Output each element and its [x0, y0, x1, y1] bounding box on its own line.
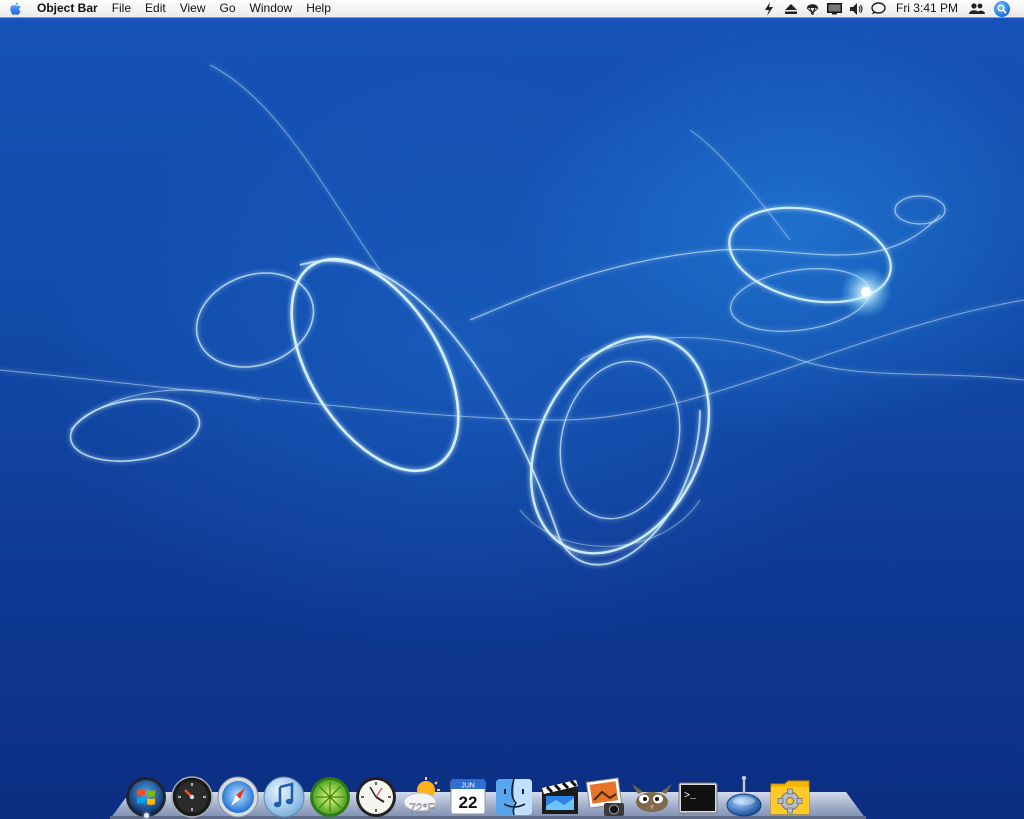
dock-item-system-preferences[interactable] [768, 774, 812, 818]
menu-edit[interactable]: Edit [138, 0, 173, 17]
dock-item-network[interactable] [722, 774, 766, 818]
volume-icon[interactable] [846, 0, 868, 17]
gimp-wilber-icon [632, 784, 672, 812]
dock-item-weather[interactable]: 72°F [400, 774, 444, 818]
chat-icon[interactable] [868, 0, 890, 17]
dock: 72°F JUN 22 >_ [124, 770, 812, 818]
clapperboard-icon [542, 779, 578, 814]
apple-logo-icon [9, 2, 21, 15]
weather-temperature: 72°F [409, 801, 434, 815]
menu-go[interactable]: Go [213, 0, 243, 17]
dock-item-windows-start[interactable] [124, 774, 168, 818]
script-icon[interactable] [758, 0, 780, 17]
limewire-icon [310, 777, 350, 817]
dock-item-gimp[interactable] [630, 774, 674, 818]
itunes-note-icon [263, 776, 305, 818]
wallpaper-light-swirls [0, 64, 1024, 566]
dock-item-finder[interactable] [492, 774, 536, 818]
clock-icon [356, 777, 396, 817]
dock-running-indicator [144, 813, 149, 818]
apple-menu-button[interactable] [0, 0, 30, 17]
network-globe-icon [726, 775, 762, 817]
photo-camera-icon [585, 777, 624, 816]
display-icon[interactable] [824, 0, 846, 17]
parachute-icon[interactable] [802, 0, 824, 17]
eject-icon[interactable] [780, 0, 802, 17]
dock-item-limewire[interactable] [308, 774, 352, 818]
finder-face-icon [496, 778, 532, 816]
calendar-day: 22 [459, 793, 478, 812]
safari-compass-icon [217, 776, 259, 818]
dock-item-itunes[interactable] [262, 774, 306, 818]
menu-file[interactable]: File [105, 0, 138, 17]
terminal-prompt: >_ [684, 791, 697, 802]
gear-folder-icon [770, 780, 810, 815]
dock-item-terminal[interactable]: >_ [676, 774, 720, 818]
dashboard-gauge-icon [171, 776, 213, 818]
menu-clock[interactable]: Fri 3:41 PM [890, 0, 966, 17]
calendar-icon: JUN 22 [450, 779, 486, 815]
dock-item-iphoto[interactable] [584, 774, 628, 818]
menu-help[interactable]: Help [299, 0, 338, 17]
dock-item-dashboard[interactable] [170, 774, 214, 818]
dock-item-clock[interactable] [354, 774, 398, 818]
menu-window[interactable]: Window [243, 0, 300, 17]
menu-bar: Object Bar File Edit View Go Window Help… [0, 0, 1024, 18]
weather-icon: 72°F [403, 777, 440, 815]
menu-view[interactable]: View [173, 0, 213, 17]
calendar-month: JUN [461, 783, 475, 790]
dock-item-ical[interactable]: JUN 22 [446, 774, 490, 818]
dock-item-safari[interactable] [216, 774, 260, 818]
terminal-icon: >_ [678, 782, 718, 814]
dock-item-imovie[interactable] [538, 774, 582, 818]
users-icon[interactable] [966, 0, 988, 17]
spotlight-search-icon[interactable] [994, 0, 1010, 17]
windows-orb-icon [126, 777, 166, 817]
menu-app-name[interactable]: Object Bar [30, 0, 105, 17]
desktop-background [0, 0, 1024, 819]
